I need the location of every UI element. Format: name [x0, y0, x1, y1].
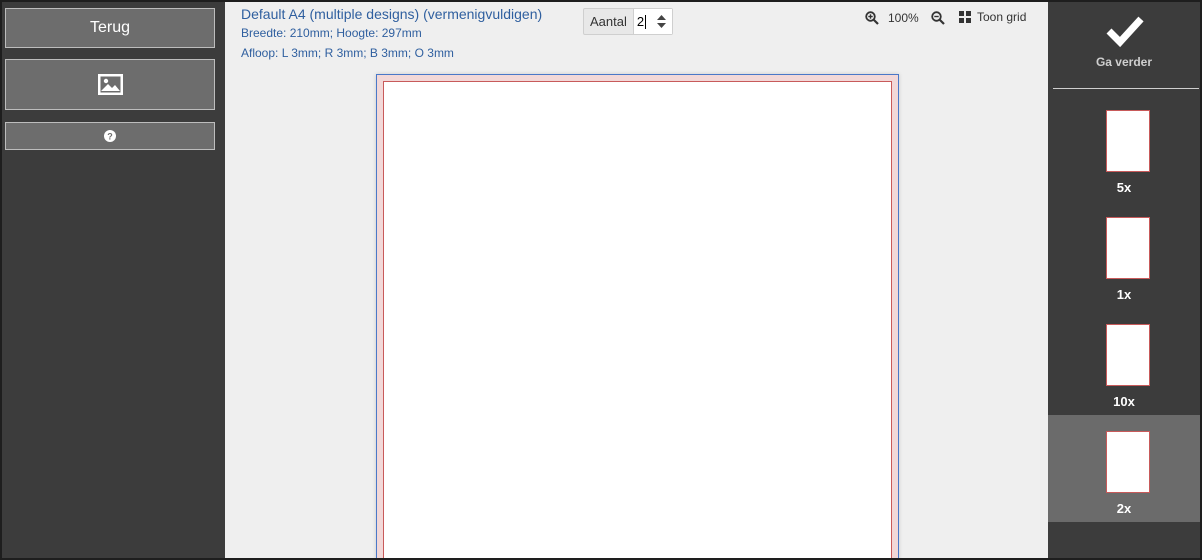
text-cursor	[645, 14, 647, 29]
quantity-option-label: 1x	[1116, 287, 1132, 302]
continue-label: Ga verder	[1095, 55, 1153, 69]
quantity-label: Aantal	[590, 14, 627, 29]
zoom-level: 100%	[888, 11, 919, 25]
app-frame: Terug ? Default A4 (multiple designs) (v…	[0, 0, 1202, 560]
checkmark-icon	[1106, 16, 1144, 48]
design-canvas-area: Default A4 (multiple designs) (vermenigv…	[225, 2, 1048, 558]
quantity-option-label: 5x	[1116, 180, 1132, 195]
image-icon	[97, 74, 123, 95]
grid-icon	[959, 11, 971, 23]
quantity-value: 2	[636, 14, 645, 29]
quantity-option-label: 2x	[1116, 501, 1132, 516]
quantity-control: Aantal 2	[583, 8, 673, 35]
left-sidebar: Terug ?	[2, 2, 225, 558]
quantity-option-5x[interactable]: 5x	[1048, 94, 1200, 201]
quantity-stepper-icon[interactable]	[657, 15, 666, 28]
show-grid-toggle[interactable]: Toon grid	[959, 10, 1026, 24]
quantity-input[interactable]: 2	[632, 9, 672, 34]
design-sheet[interactable]	[376, 74, 899, 558]
quantity-option-label: 10x	[1113, 394, 1135, 409]
continue-button[interactable]: Ga verder	[1048, 2, 1200, 87]
quantity-option-1x[interactable]: 1x	[1048, 201, 1200, 308]
back-button[interactable]: Terug	[5, 8, 215, 48]
right-sidebar: Ga verder 5x 1x 10x 2x	[1048, 2, 1200, 558]
page-thumbnail	[1106, 431, 1150, 493]
quantity-option-10x[interactable]: 10x	[1048, 308, 1200, 415]
sidebar-divider	[1053, 88, 1199, 89]
trim-area[interactable]	[383, 81, 892, 558]
quantity-option-2x[interactable]: 2x	[1048, 415, 1200, 522]
document-dimensions: Breedte: 210mm; Hoogte: 297mm	[241, 26, 422, 40]
document-title: Default A4 (multiple designs) (vermenigv…	[241, 6, 543, 22]
help-icon: ?	[104, 130, 116, 142]
show-grid-label: Toon grid	[977, 10, 1027, 24]
svg-text:?: ?	[107, 132, 113, 142]
back-button-label: Terug	[89, 19, 131, 36]
zoom-in-icon[interactable]	[865, 11, 879, 25]
zoom-out-icon[interactable]	[931, 11, 945, 25]
image-button[interactable]	[5, 59, 215, 110]
page-thumbnail	[1106, 217, 1150, 279]
page-thumbnail	[1106, 110, 1150, 172]
page-thumbnail	[1106, 324, 1150, 386]
help-button[interactable]: ?	[5, 122, 215, 150]
document-bleed: Afloop: L 3mm; R 3mm; B 3mm; O 3mm	[241, 46, 454, 60]
